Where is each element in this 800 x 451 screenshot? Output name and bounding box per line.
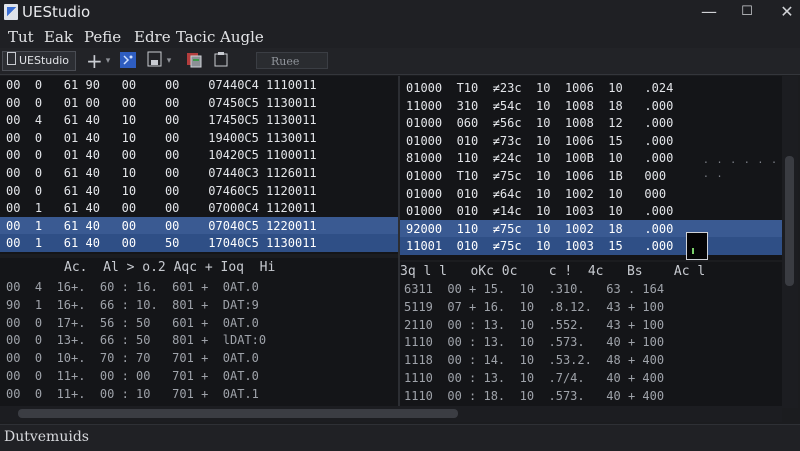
data-row[interactable]: 92000 110 ≠75c 10 1002 18 .000: [400, 219, 782, 238]
add-icon[interactable]: +: [86, 51, 103, 71]
data-row[interactable]: 00 1 61 40 00 50 17040C5 1130011: [0, 234, 398, 253]
toolbar: UEStudio + ▾ ▾ Ruee: [0, 48, 800, 75]
title-bar: UEStudio — ☐ ✕: [0, 0, 800, 26]
data-row[interactable]: 00 0 61 40 10 00 07460C5 1120011: [0, 182, 398, 200]
hex-pane-bottom-left[interactable]: Ac. Al > o.2 Aqc + Ioq Hi 00 4 16+. 60 :…: [0, 258, 398, 406]
data-row[interactable]: 11000 310 ≠54c 10 1008 18 .000: [400, 97, 782, 115]
menu-item-eak[interactable]: Eak: [44, 28, 73, 46]
data-row[interactable]: 00 0 01 40 10 00 19400C5 1130011: [0, 129, 398, 147]
data-row[interactable]: 1110 00 : 13. 10 .7/4. 40 + 400: [400, 369, 782, 387]
data-row[interactable]: 00 1 61 40 00 00 07040C5 1220011: [0, 216, 398, 235]
data-row[interactable]: 11001 010 ≠75c 10 1003 15 .000: [400, 237, 782, 256]
data-row[interactable]: 01000 010 ≠14c 10 1003 10 .000: [400, 202, 782, 220]
text-cursor-box[interactable]: [686, 232, 708, 260]
document-tab[interactable]: UEStudio: [2, 51, 76, 71]
menu-item-augle[interactable]: Augle: [220, 28, 264, 46]
column-header: Ac. Al > o.2 Aqc + Ioq Hi: [64, 260, 276, 275]
data-row[interactable]: 00 0 11+. 00 : 00 701 + 0AT.0: [0, 367, 398, 385]
hex-pane-top-left[interactable]: 00 0 61 90 00 00 07440C4 1110011 00 0 01 …: [0, 76, 398, 254]
data-row[interactable]: 00 0 61 40 10 00 07440C3 1126011: [0, 164, 398, 182]
save-icon[interactable]: [146, 51, 164, 71]
chevron-down-icon[interactable]: ▾: [164, 51, 174, 71]
data-row[interactable]: 00 0 01 00 00 00 07450C5 1130011: [0, 94, 398, 112]
column-header: 3q l l oKc 0c c ! 4c Bs Ac l: [400, 264, 706, 279]
vertical-scroll-thumb[interactable]: [785, 156, 794, 286]
chevron-down-icon[interactable]: ▾: [103, 51, 113, 71]
status-bar: Dutvemuids: [0, 424, 800, 451]
copy-icon[interactable]: [184, 51, 204, 71]
close-button[interactable]: ✕: [764, 0, 800, 26]
data-row[interactable]: 00 4 61 40 10 00 17450C5 1130011: [0, 111, 398, 129]
script-icon[interactable]: [118, 51, 138, 71]
menu-item-pefie[interactable]: Pefie: [84, 28, 121, 46]
data-row[interactable]: 00 1 61 40 00 00 07000C4 1120011: [0, 199, 398, 217]
data-row[interactable]: 90 1 16+. 66 : 10. 801 + DAT:9: [0, 296, 398, 314]
horizontal-scroll-thumb[interactable]: [18, 409, 458, 418]
paste-icon[interactable]: [212, 51, 230, 71]
document-tab-label: UEStudio: [19, 54, 70, 67]
data-row[interactable]: 01000 060 ≠56c 10 1008 12 .000: [400, 114, 782, 132]
menu-bar: Tut Eak Pefie Edre Tacic Augle: [0, 26, 800, 48]
app-logo-icon: [4, 4, 18, 20]
document-icon: [7, 52, 16, 65]
search-field[interactable]: Ruee: [256, 52, 328, 69]
window-title: UEStudio: [22, 3, 91, 21]
data-row[interactable]: 00 0 61 90 00 00 07440C4 1110011: [0, 76, 398, 94]
pane-splitter[interactable]: [398, 76, 400, 406]
hex-pane-bottom-right[interactable]: 3q l l oKc 0c c ! 4c Bs Ac l 6311 00 + 1…: [400, 262, 782, 406]
data-row[interactable]: 00 0 11+. 00 : 10 701 + 0AT.1: [0, 385, 398, 403]
data-row[interactable]: 01000 010 ≠73c 10 1006 15 .000: [400, 132, 782, 150]
data-row[interactable]: 01000 T10 ≠23c 10 1006 10 .024: [400, 79, 782, 97]
data-row[interactable]: 00 0 13+. 66 : 50 801 + lDAT:0: [0, 331, 398, 349]
data-row[interactable]: 00 0 01 40 00 00 10420C5 1100011: [0, 146, 398, 164]
data-row[interactable]: 1118 00 : 14. 10 .53.2. 48 + 400: [400, 351, 782, 369]
menu-item-edre[interactable]: Edre: [134, 28, 171, 46]
data-row[interactable]: 6311 00 + 15. 10 .310. 63 . 164: [400, 280, 782, 298]
data-row[interactable]: 00 0 10+. 70 : 70 701 + 0AT.0: [0, 349, 398, 367]
data-row[interactable]: 1110 00 : 13. 10 .573. 40 + 100: [400, 333, 782, 351]
data-row[interactable]: 5119 07 + 16. 10 .8.12. 43 + 100: [400, 298, 782, 316]
menu-item-tacic[interactable]: Tacic: [176, 28, 215, 46]
menu-item-tut[interactable]: Tut: [8, 28, 34, 46]
data-row[interactable]: 2110 00 : 13. 10 .552. 43 + 100: [400, 316, 782, 334]
data-row[interactable]: 00 0 17+. 56 : 50 601 + 0AT.0: [0, 314, 398, 332]
data-row[interactable]: 00 4 16+. 60 : 16. 601 + 0AT.0: [0, 278, 398, 296]
data-row[interactable]: 1110 00 : 18. 10 .573. 40 + 400: [400, 387, 782, 405]
status-text: Dutvemuids: [4, 429, 89, 445]
data-row[interactable]: 01000 010 ≠64c 10 1002 10 000: [400, 185, 782, 203]
